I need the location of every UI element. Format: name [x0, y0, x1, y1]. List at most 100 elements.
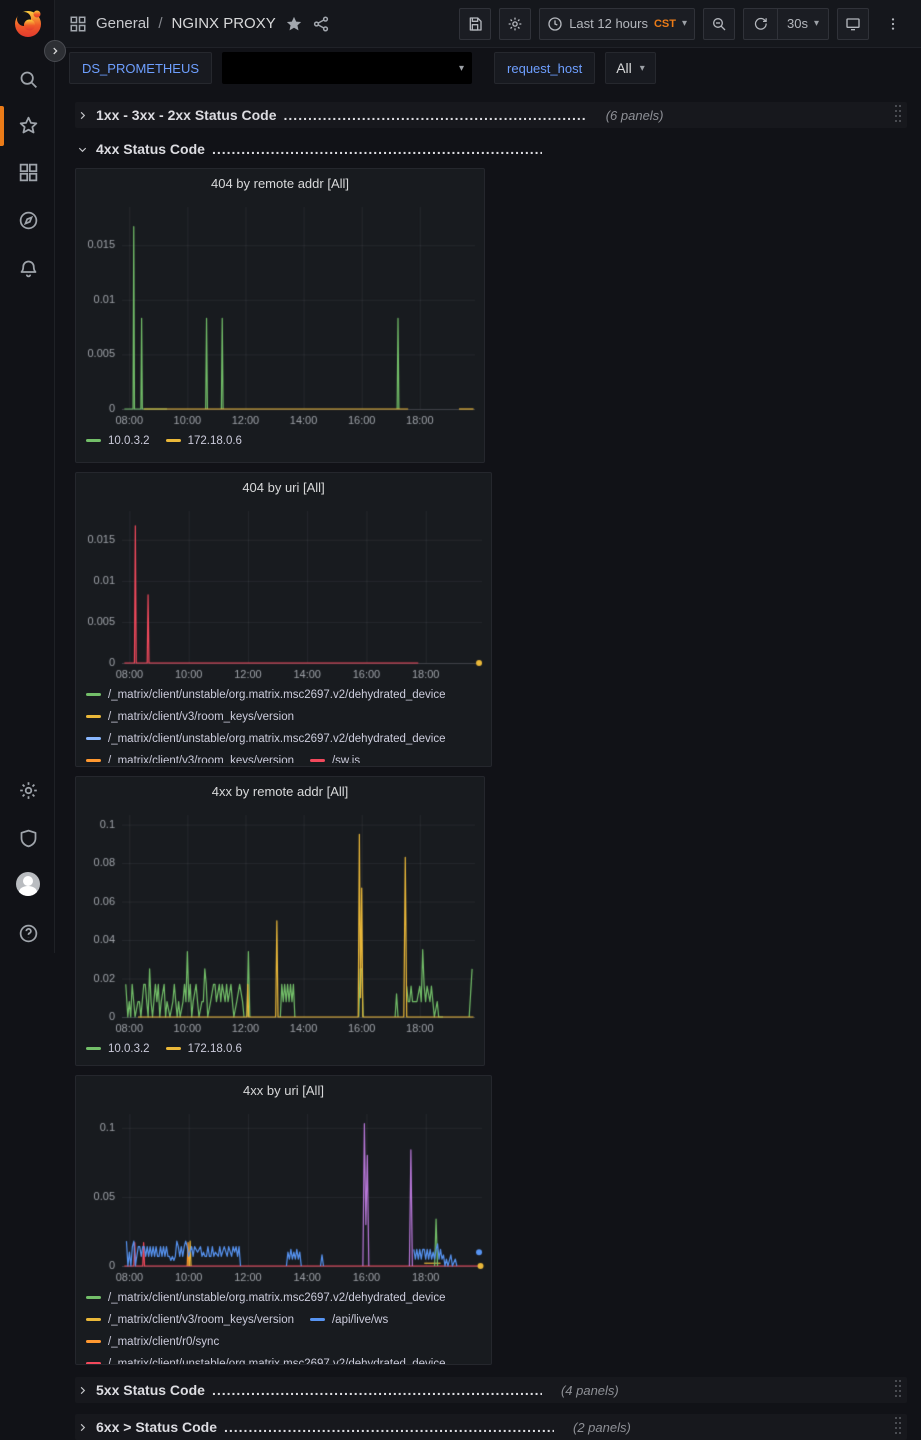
timezone-badge: CST: [654, 18, 676, 30]
legend-color-swatch: [310, 759, 325, 762]
chevron-down-icon: [75, 144, 89, 155]
legend-item[interactable]: /_matrix/client/v3/room_keys/version: [86, 707, 294, 726]
panel-404-by-uri[interactable]: 404 by uri [All] /_matrix/client/unstabl…: [75, 472, 492, 767]
explore-compass-icon[interactable]: [16, 208, 40, 232]
sidebar: [0, 0, 55, 953]
legend-item[interactable]: /_matrix/client/r0/sync: [86, 1332, 219, 1351]
variables-row: DS_PROMETHEUS ▾ request_host All ▾: [55, 48, 921, 88]
dashboard-settings-button[interactable]: [499, 8, 531, 40]
legend-color-swatch: [86, 1362, 101, 1365]
panel-legend: /_matrix/client/unstable/org.matrix.msc2…: [76, 1286, 491, 1365]
legend-item[interactable]: 10.0.3.2: [86, 431, 150, 450]
panel-title[interactable]: 404 by uri [All]: [76, 473, 491, 501]
kebab-menu-button[interactable]: [877, 8, 909, 40]
save-button[interactable]: [459, 8, 491, 40]
request-host-value: All: [616, 60, 632, 76]
chart-canvas-4xx-by-uri[interactable]: [76, 1104, 491, 1286]
variable-label-request-host: request_host: [494, 52, 595, 84]
tv-mode-button[interactable]: [837, 8, 869, 40]
legend-color-swatch: [86, 715, 101, 718]
profile-avatar[interactable]: [16, 872, 40, 896]
panel-404-by-remote-addr[interactable]: 404 by remote addr [All] 10.0.3.2 172.18.…: [75, 168, 485, 463]
panel-4xx-by-remote-addr[interactable]: 4xx by remote addr [All] 10.0.3.2 172.18.…: [75, 776, 485, 1066]
star-filled-icon[interactable]: [285, 15, 303, 33]
main-area: General / NGINX PROXY Last 12 hours CST …: [55, 0, 921, 953]
chevron-right-icon: [75, 1422, 89, 1433]
legend-color-swatch: [310, 1318, 325, 1321]
breadcrumb: General / NGINX PROXY: [69, 15, 330, 33]
avatar: [16, 872, 40, 896]
legend-color-swatch: [86, 693, 101, 696]
row-header-5xx[interactable]: 5xx Status Code ........................…: [75, 1377, 907, 1403]
panel-4xx-by-uri[interactable]: 4xx by uri [All] /_matrix/client/unstabl…: [75, 1075, 492, 1365]
row-title: 4xx Status Code: [96, 141, 205, 157]
legend-item[interactable]: /_matrix/client/unstable/org.matrix.msc2…: [86, 729, 446, 748]
row-drag-handle[interactable]: [895, 105, 903, 125]
panel-title[interactable]: 4xx by remote addr [All]: [76, 777, 484, 805]
dashboards-icon[interactable]: [16, 160, 40, 184]
dashboard-title[interactable]: NGINX PROXY: [172, 15, 276, 32]
row-panel-count: (6 panels): [606, 108, 664, 123]
refresh-button[interactable]: [744, 9, 777, 39]
alerting-bell-icon[interactable]: [16, 256, 40, 280]
time-range-picker[interactable]: Last 12 hours CST ▾: [539, 8, 695, 40]
search-icon[interactable]: [16, 67, 40, 91]
configuration-gear-icon[interactable]: [16, 778, 40, 802]
row-header-6xx[interactable]: 6xx > Status Code ......................…: [75, 1414, 907, 1440]
starred-icon[interactable]: [16, 113, 40, 137]
legend-color-swatch: [86, 1340, 101, 1343]
legend-item[interactable]: /_matrix/client/unstable/org.matrix.msc2…: [86, 685, 446, 704]
row-header-4xx[interactable]: 4xx Status Code ........................…: [75, 136, 907, 162]
refresh-interval-select[interactable]: 30s ▾: [777, 9, 828, 39]
topbar: General / NGINX PROXY Last 12 hours CST …: [55, 0, 921, 48]
row-title-dots: ........................................…: [224, 1419, 554, 1435]
legend-item[interactable]: /_matrix/client/v3/room_keys/version: [86, 751, 294, 763]
variable-label-ds-prometheus: DS_PROMETHEUS: [69, 52, 212, 84]
legend-color-swatch: [86, 759, 101, 762]
time-range-label: Last 12 hours: [569, 16, 648, 31]
panel-legend: 10.0.3.2 172.18.0.6: [76, 1037, 484, 1065]
row-panel-count: (2 panels): [573, 1420, 631, 1435]
legend-item[interactable]: /api/live/ws: [310, 1310, 388, 1329]
legend-item[interactable]: /_matrix/client/v3/room_keys/version: [86, 1310, 294, 1329]
row-drag-handle[interactable]: [895, 1417, 903, 1437]
panel-title[interactable]: 404 by remote addr [All]: [76, 169, 484, 197]
legend-item[interactable]: /sw.js: [310, 751, 360, 763]
chart-canvas-404-by-uri[interactable]: [76, 501, 491, 683]
chart-canvas-404-by-remote-addr[interactable]: [76, 197, 484, 429]
refresh-interval-value: 30s: [787, 16, 808, 31]
row-panel-count: (4 panels): [561, 1383, 619, 1398]
zoom-out-button[interactable]: [703, 8, 735, 40]
legend-item[interactable]: 10.0.3.2: [86, 1039, 150, 1058]
chevron-down-icon: ▾: [640, 63, 645, 74]
apps-grid-icon: [69, 15, 87, 33]
dashboard-scroll-area[interactable]: 1xx - 3xx - 2xx Status Code ............…: [55, 88, 921, 1440]
chart-canvas-4xx-by-remote-addr[interactable]: [76, 805, 484, 1037]
legend-item[interactable]: /_matrix/client/unstable/org.matrix.msc2…: [86, 1288, 446, 1307]
row-title: 6xx > Status Code: [96, 1419, 217, 1435]
help-icon[interactable]: [16, 921, 40, 945]
sidebar-expand-button[interactable]: [44, 40, 66, 62]
legend-item[interactable]: 172.18.0.6: [166, 431, 242, 450]
row-title-dots: ........................................…: [212, 1382, 542, 1398]
server-admin-shield-icon[interactable]: [16, 826, 40, 850]
refresh-controls: 30s ▾: [743, 8, 829, 40]
legend-color-swatch: [166, 1047, 181, 1050]
panel-title[interactable]: 4xx by uri [All]: [76, 1076, 491, 1104]
legend-item[interactable]: /_matrix/client/unstable/org.matrix.msc2…: [86, 1354, 446, 1365]
row-drag-handle[interactable]: [895, 1380, 903, 1400]
share-icon[interactable]: [312, 15, 330, 33]
row-header-1xx-3xx-2xx[interactable]: 1xx - 3xx - 2xx Status Code ............…: [75, 102, 907, 128]
legend-color-swatch: [86, 737, 101, 740]
variable-value-request-host[interactable]: All ▾: [605, 52, 656, 84]
breadcrumb-section[interactable]: General: [96, 15, 149, 32]
legend-color-swatch: [86, 1047, 101, 1050]
variable-value-ds-prometheus[interactable]: ▾: [222, 52, 472, 84]
legend-item[interactable]: 172.18.0.6: [166, 1039, 242, 1058]
grafana-logo[interactable]: [12, 7, 44, 39]
legend-color-swatch: [166, 439, 181, 442]
chevron-right-icon: [75, 110, 89, 121]
panel-legend: /_matrix/client/unstable/org.matrix.msc2…: [76, 683, 491, 763]
panel-grid: 404 by remote addr [All] 10.0.3.2 172.18.…: [75, 168, 907, 1365]
breadcrumb-separator: /: [158, 15, 162, 32]
